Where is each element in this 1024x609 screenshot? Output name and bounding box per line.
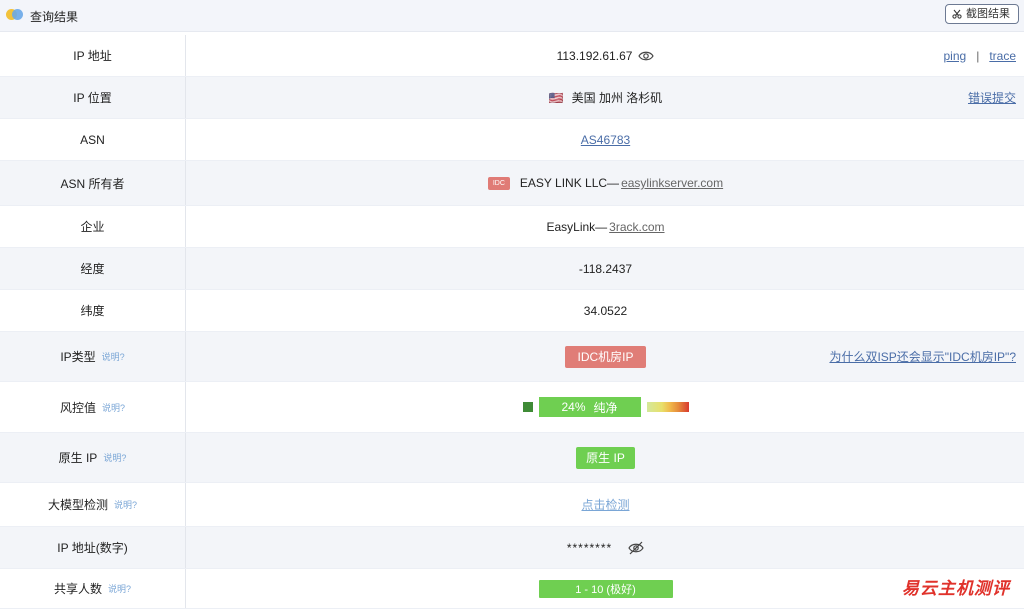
result-title: 查询结果 [30,10,79,24]
ip-tools: ping | trace [944,35,1017,76]
help-link[interactable]: 说明? [103,451,126,464]
risk-percent: 24% [561,400,586,414]
row-value: 1 - 10 (极好) [187,569,1024,608]
trace-link[interactable]: trace [989,49,1016,63]
row-value: 34.0522 [187,290,1024,331]
risk-gradient-scale [646,402,689,412]
row-value: 🇺🇸 美国 加州 洛杉矶 [187,77,1024,118]
native-ip-label: 原生 IP [58,451,98,465]
us-flag-icon: 🇺🇸 [548,90,564,105]
location-tools: 错误提交 [968,77,1016,118]
row-latitude: 纬度 34.0522 [0,290,1024,332]
llm-check-label: 大模型检测 [47,498,108,512]
ip-type-badge: IDC机房IP [565,345,646,368]
row-llm-check: 大模型检测 说明? 点击检测 [0,483,1024,527]
help-link[interactable]: 说明? [102,401,125,414]
row-label: IP 位置 [0,77,186,118]
risk-label: 风控值 [59,400,96,415]
asn-owner-name: EASY LINK LLC— [519,176,620,190]
row-ip-numeric: IP 地址(数字) ******** [0,527,1024,569]
eye-icon[interactable] [638,50,655,62]
row-label: 大模型检测 说明? [0,483,186,526]
company-name: EasyLink— [546,219,608,234]
risk-score-bar: 24% 纯净 [538,397,641,417]
row-value: -118.2437 [187,248,1024,289]
row-ip-location: IP 位置 🇺🇸 美国 加州 洛杉矶 错误提交 [0,77,1024,119]
asn-owner-domain-link[interactable]: easylinkserver.com [621,176,723,190]
longitude-value: -118.2437 [578,261,633,276]
help-link[interactable]: 说明? [108,582,131,595]
row-shared-users: 共享人数 说明? 1 - 10 (极好) [0,569,1024,609]
ip-numeric-value: ******** [566,540,613,555]
row-value: AS46783 [187,119,1024,160]
location-value: 美国 加州 洛杉矶 [571,91,663,105]
row-company: 企业 EasyLink— 3rack.com [0,206,1024,248]
row-value: EasyLink— 3rack.com [187,206,1024,247]
row-label: 企业 [0,206,186,247]
row-label: 经度 [0,248,186,289]
ping-link[interactable]: ping [944,49,967,63]
report-error-link[interactable]: 错误提交 [968,89,1016,106]
row-label: 风控值 说明? [0,382,186,432]
risk-meter: 24% 纯净 [522,397,689,417]
idc-badge: IDC [487,176,510,190]
row-label: ASN 所有者 [0,161,186,205]
ip-type-question-link[interactable]: 为什么双ISP还会显示"IDC机房IP"? [829,348,1016,365]
row-label: IP 地址 [0,35,186,76]
result-header: 查询结果 截图结果 [0,0,1024,32]
scissors-icon [952,9,962,19]
screenshot-button[interactable]: 截图结果 [945,4,1019,24]
row-label: ASN [0,119,186,160]
asn-link[interactable]: AS46783 [581,133,630,147]
risk-level: 纯净 [593,400,618,415]
shared-users-badge: 1 - 10 (极好) [538,579,673,598]
row-label: 纬度 [0,290,186,331]
llm-check-link[interactable]: 点击检测 [581,496,629,513]
screenshot-button-label: 截图结果 [966,8,1010,20]
row-label: 原生 IP 说明? [0,433,186,482]
company-domain-link[interactable]: 3rack.com [609,220,664,234]
row-value: 点击检测 [187,483,1024,526]
row-label: IP 地址(数字) [0,527,186,568]
risk-low-swatch [522,402,533,412]
row-value: 原生 IP [187,433,1024,482]
row-label: IP类型 说明? [0,332,186,381]
row-value: ******** [187,527,1024,568]
row-label: 共享人数 说明? [0,569,186,608]
help-link[interactable]: 说明? [114,498,137,511]
ip-address-value: 113.192.61.67 [556,48,633,63]
row-value: IDC EASY LINK LLC— easylinkserver.com [187,161,1024,205]
shared-users-label: 共享人数 [53,582,102,596]
ip-type-label: IP类型 [60,350,96,364]
latitude-value: 34.0522 [583,303,628,318]
row-value: 24% 纯净 [187,382,1024,432]
separator: | [976,48,980,63]
row-asn: ASN AS46783 [0,119,1024,161]
help-link[interactable]: 说明? [102,350,125,363]
row-ip-address: IP 地址 113.192.61.67 ping | trace [0,35,1024,77]
app-logo-icon [6,9,26,21]
row-asn-owner: ASN 所有者 IDC EASY LINK LLC— easylinkserve… [0,161,1024,206]
row-ip-type: IP类型 说明? IDC机房IP 为什么双ISP还会显示"IDC机房IP"? [0,332,1024,382]
row-value: 113.192.61.67 [187,35,1024,76]
native-ip-badge: 原生 IP [576,446,635,469]
row-risk-score: 风控值 说明? 24% 纯净 [0,382,1024,433]
ip-type-tools: 为什么双ISP还会显示"IDC机房IP"? [829,332,1016,381]
eye-off-icon[interactable] [628,541,644,555]
watermark: 易云主机测评 [902,579,1010,599]
row-native-ip: 原生 IP 说明? 原生 IP [0,433,1024,483]
row-longitude: 经度 -118.2437 [0,248,1024,290]
